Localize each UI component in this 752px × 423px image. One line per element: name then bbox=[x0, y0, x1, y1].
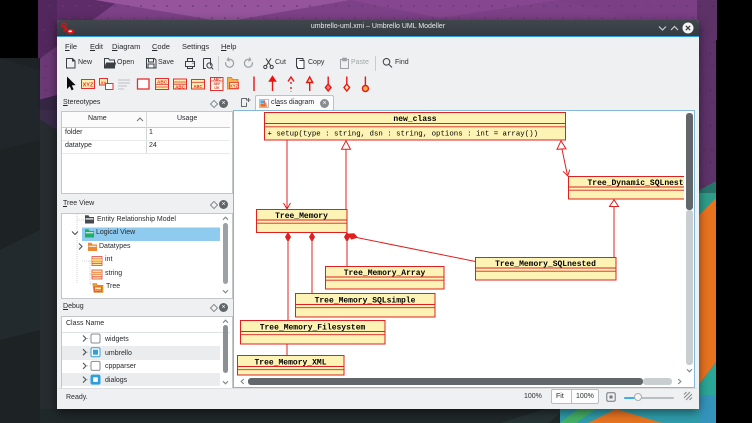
svg-text:xyz: xyz bbox=[95, 288, 101, 292]
svg-text:IJK: IJK bbox=[214, 86, 220, 90]
svg-text:Tree_Memory_Array: Tree_Memory_Array bbox=[344, 269, 426, 278]
svg-text:ABC: ABC bbox=[193, 84, 202, 89]
svg-text:Tree_Memory_Filesystem: Tree_Memory_Filesystem bbox=[260, 324, 366, 333]
svg-text:+ setup(type : string, dsn : s: + setup(type : string, dsn : string, opt… bbox=[268, 131, 539, 139]
svg-text:Tree_Memory_SQLnested: Tree_Memory_SQLnested bbox=[495, 260, 596, 269]
svg-text:new_class: new_class bbox=[393, 115, 436, 124]
svg-text:Tree_Dynamic_SQLnested: Tree_Dynamic_SQLnested bbox=[588, 179, 685, 188]
svg-text:ABC: ABC bbox=[213, 77, 221, 81]
svg-text:ABC: ABC bbox=[175, 85, 185, 90]
svg-text:Tree_Memory: Tree_Memory bbox=[275, 212, 328, 221]
svg-text:XYZ: XYZ bbox=[83, 83, 94, 89]
svg-text:Tree_Memory_SQLsimple: Tree_Memory_SQLsimple bbox=[315, 297, 416, 306]
svg-text:ABC: ABC bbox=[157, 79, 168, 84]
svg-text:Tree_Memory_XML: Tree_Memory_XML bbox=[254, 359, 326, 368]
svg-text:XYZ: XYZ bbox=[230, 84, 239, 89]
